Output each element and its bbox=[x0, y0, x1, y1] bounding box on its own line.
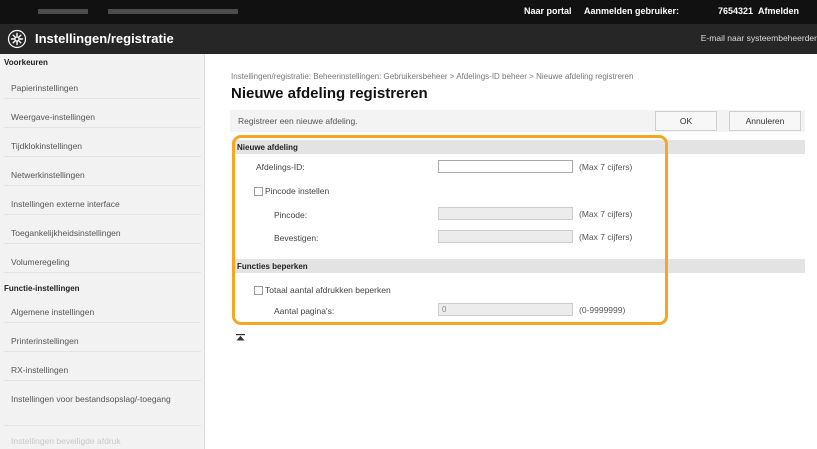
pin-checkbox[interactable] bbox=[254, 187, 263, 196]
top-bar: Naar portal Aanmelden gebruiker: 7654321… bbox=[0, 0, 817, 24]
dept-id-label: Afdelings-ID: bbox=[256, 162, 305, 172]
sidebar-item-printer[interactable]: Printerinstellingen bbox=[4, 330, 201, 352]
sidebar-item-network[interactable]: Netwerkinstellingen bbox=[4, 164, 201, 186]
sidebar-item-secure-print[interactable]: Instellingen beveiligde afdruk bbox=[4, 430, 201, 449]
pages-label: Aantal pagina's: bbox=[274, 306, 335, 316]
limit-prints-checkbox[interactable] bbox=[254, 286, 263, 295]
section-new-department: Nieuwe afdeling bbox=[232, 140, 805, 154]
sidebar-section-functions: Functie-instellingen bbox=[4, 284, 80, 293]
dept-id-input[interactable] bbox=[438, 160, 573, 173]
cancel-button[interactable]: Annuleren bbox=[729, 111, 801, 131]
app-title: Instellingen/registratie bbox=[35, 31, 174, 46]
dept-id-hint: (Max 7 cijfers) bbox=[579, 162, 633, 172]
confirm-label: Bevestigen: bbox=[274, 233, 319, 243]
action-bar: Registreer een nieuwe afdeling. OK Annul… bbox=[230, 110, 805, 132]
blurred-product-name bbox=[38, 9, 238, 14]
sidebar-item-rx[interactable]: RX-instellingen bbox=[4, 359, 201, 381]
app-header: Instellingen/registratie E-mail naar sys… bbox=[0, 24, 817, 54]
user-id: 7654321 bbox=[718, 6, 754, 16]
breadcrumb: Instellingen/registratie: Beheerinstelli… bbox=[231, 72, 634, 81]
sidebar-section-preferences: Voorkeuren bbox=[4, 58, 48, 67]
sidebar-item-volume[interactable]: Volumeregeling bbox=[4, 251, 201, 273]
page-title: Nieuwe afdeling registreren bbox=[231, 85, 428, 102]
pin-checkbox-label: Pincode instellen bbox=[265, 186, 330, 196]
back-to-top-icon[interactable] bbox=[236, 334, 245, 341]
sidebar-item-timer[interactable]: Tijdklokinstellingen bbox=[4, 135, 201, 157]
pages-hint: (0-9999999) bbox=[579, 305, 626, 315]
pages-input[interactable]: 0 bbox=[438, 303, 573, 316]
pin-label: Pincode: bbox=[274, 210, 308, 220]
logout-link[interactable]: Afmelden bbox=[758, 6, 799, 16]
limit-prints-label: Totaal aantal afdrukken beperken bbox=[265, 285, 391, 295]
ok-button[interactable]: OK bbox=[655, 111, 717, 131]
sidebar-item-external-interface[interactable]: Instellingen externe interface bbox=[4, 193, 201, 215]
confirm-input[interactable] bbox=[438, 230, 573, 243]
sidebar-item-display[interactable]: Weergave-instellingen bbox=[4, 106, 201, 128]
mail-admin-link[interactable]: E-mail naar systeembeheerder bbox=[701, 33, 817, 43]
sidebar-item-file-storage[interactable]: Instellingen voor bestandsopslag/-toegan… bbox=[4, 388, 201, 426]
pin-input[interactable] bbox=[438, 207, 573, 220]
pin-hint: (Max 7 cijfers) bbox=[579, 209, 633, 219]
confirm-hint: (Max 7 cijfers) bbox=[579, 232, 633, 242]
prompt-text: Registreer een nieuwe afdeling. bbox=[238, 116, 358, 126]
sidebar-item-paper[interactable]: Papierinstellingen bbox=[4, 77, 201, 99]
portal-link[interactable]: Naar portal bbox=[524, 6, 572, 16]
section-limit-functions: Functies beperken bbox=[232, 259, 805, 273]
sidebar-item-accessibility[interactable]: Toegankelijkheidsinstellingen bbox=[4, 222, 201, 244]
user-label: Aanmelden gebruiker: bbox=[584, 6, 680, 16]
sidebar-item-general[interactable]: Algemene instellingen bbox=[4, 301, 201, 323]
sidebar: Voorkeuren Papierinstellingen Weergave-i… bbox=[0, 54, 205, 449]
gear-icon bbox=[7, 29, 27, 49]
